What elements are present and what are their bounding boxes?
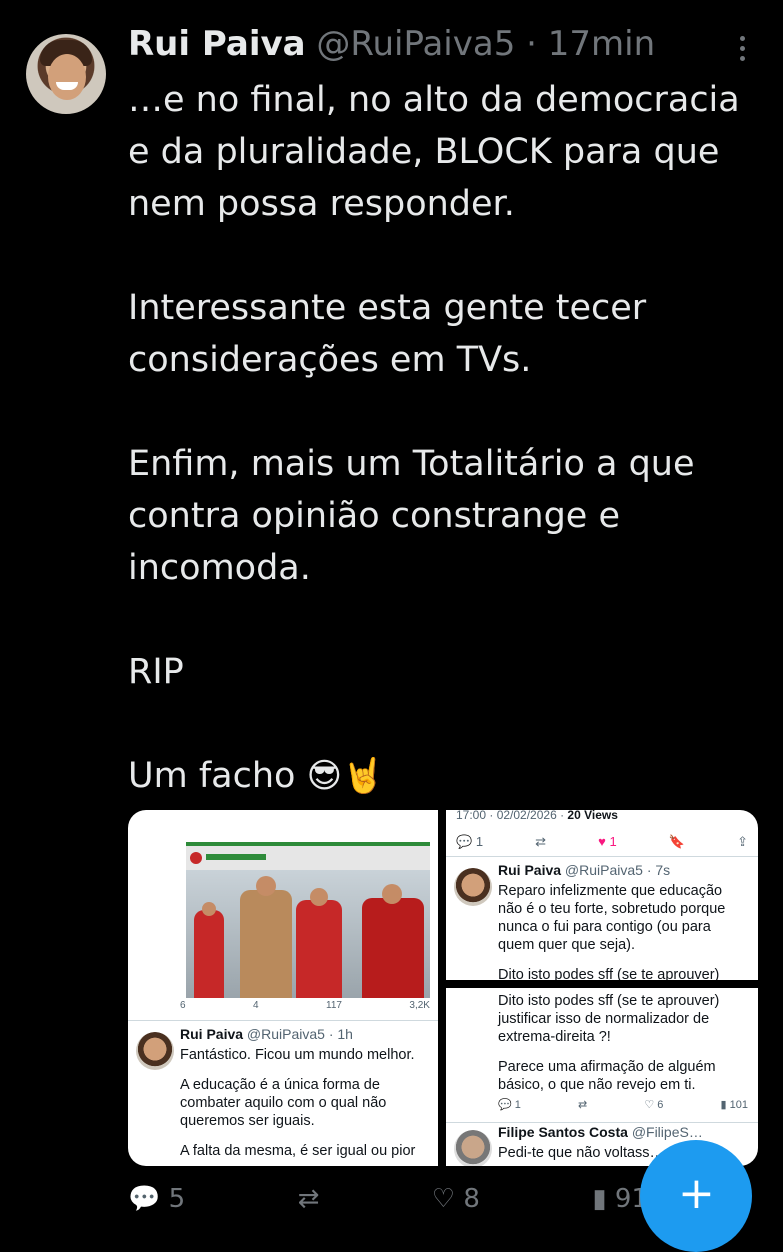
compose-fab[interactable]: + (640, 1140, 752, 1252)
reply-line: Fantástico. Ficou um mundo melhor. (180, 1047, 415, 1063)
reply-handle: @RuiPaiva5 · 1h (246, 1026, 353, 1042)
retweet-icon[interactable]: ⇄ (535, 834, 546, 850)
reply-author: Filipe Santos Costa (498, 1124, 628, 1140)
post-actions: 💬 1 ⇄ ♥ 1 🔖 ⇪ (456, 834, 748, 850)
media-grid[interactable]: 6 4 117 3,2K Rui Paiva @RuiPaiva5 · 1h F… (128, 810, 758, 1166)
tweet-actions: 💬 5 ⇄ ♡ 8 ▮ 91 (128, 1184, 648, 1214)
text-line: RIP (128, 652, 184, 692)
text-line: …e no final, no alto da democracia (128, 80, 740, 120)
reply-line: A falta da mesma, é ser igual ou pior (180, 1143, 416, 1159)
avatar (454, 868, 492, 906)
post-stats: 6 4 117 3,2K (180, 1000, 430, 1011)
bookmark-icon[interactable]: 🔖 (669, 834, 685, 850)
emoji: 😎🤘 (306, 756, 385, 796)
author-avatar[interactable] (26, 34, 106, 114)
text-line: e da pluralidade, BLOCK para que (128, 132, 720, 172)
like-count: 117 (326, 1000, 342, 1011)
like-icon[interactable]: ♥ 1 (598, 834, 617, 850)
media-screenshot-top-right[interactable]: 17:00 · 02/02/2026 · 20 Views 💬 1 ⇄ ♥ 1 … (446, 810, 758, 980)
reply-icon[interactable]: 💬 1 (456, 834, 483, 850)
compose-fab-icon: + (678, 1168, 715, 1219)
more-icon[interactable] (737, 36, 747, 66)
post-timestamp: 17:00 · 02/02/2026 · 20 Views (456, 810, 618, 822)
author-handle[interactable]: @RuiPaiva5 (316, 24, 515, 64)
reply-line: Parece uma afirmação de alguém básico, o… (498, 1059, 716, 1093)
reply-handle: @RuiPaiva5 · 7s (564, 862, 671, 878)
retweet-icon[interactable]: ⇄ (298, 1184, 320, 1214)
retweet-icon[interactable]: ⇄ (578, 1098, 587, 1111)
timestamp-text: 17:00 · 02/02/2026 · (456, 810, 568, 822)
reply-icon[interactable]: 💬 5 (128, 1184, 185, 1214)
reply-line: Reparo infelizmente que educação não é o… (498, 883, 726, 953)
reply-author: Rui Paiva (498, 862, 562, 878)
view-count: 3,2K (409, 1000, 430, 1011)
views-label: 20 Views (567, 810, 618, 822)
person (240, 890, 292, 998)
text-line: contra opinião constrange e (128, 496, 620, 536)
views-icon[interactable]: ▮ 101 (721, 1098, 748, 1111)
text-line: Interessante esta gente tecer (128, 288, 647, 328)
reply-line: A educação é a única forma de combater a… (180, 1077, 387, 1129)
text-line: Um facho 😎🤘 (128, 750, 768, 802)
like-icon[interactable]: ♡ 8 (432, 1184, 480, 1214)
text-line: considerações em TVs. (128, 340, 532, 380)
reply-handle: @FilipeS… (631, 1124, 703, 1140)
person (296, 900, 342, 998)
flag-icon (190, 852, 202, 864)
reply-line: Dito isto podes sff (se te aprouver) (498, 967, 720, 980)
post-actions: 💬 1 ⇄ ♡ 6 ▮ 101 (498, 1098, 748, 1111)
author-name[interactable]: Rui Paiva (128, 24, 306, 64)
person (362, 898, 424, 998)
news-photo (186, 842, 430, 998)
reply-author: Rui Paiva (180, 1026, 244, 1042)
separator-dot: · (526, 24, 537, 64)
avatar (454, 1130, 492, 1166)
like-icon[interactable]: ♡ 6 (644, 1098, 663, 1111)
text-line: nem possa responder. (128, 184, 515, 224)
avatar-face (48, 54, 86, 100)
media-screenshot-left[interactable]: 6 4 117 3,2K Rui Paiva @RuiPaiva5 · 1h F… (128, 810, 438, 1166)
tweet-text: …e no final, no alto da democracia e da … (128, 74, 768, 802)
reply-count: 6 (180, 1000, 186, 1011)
retweet-count: 4 (253, 1000, 259, 1011)
text-line: incomoda. (128, 548, 311, 588)
avatar (136, 1032, 174, 1070)
media-screenshot-bottom-right[interactable]: Dito isto podes sff (se te aprouver) jus… (446, 988, 758, 1166)
reply-icon[interactable]: 💬 1 (498, 1098, 521, 1111)
tweet-header: Rui Paiva @RuiPaiva5 · 17min (128, 24, 655, 64)
reply-line: Dito isto podes sff (se te aprouver) jus… (498, 993, 720, 1045)
share-icon[interactable]: ⇪ (737, 834, 748, 850)
tweet-time[interactable]: 17min (548, 24, 655, 64)
text-line-content: Um facho (128, 756, 296, 796)
text-line: Enfim, mais um Totalitário a que (128, 444, 695, 484)
person (194, 910, 224, 998)
